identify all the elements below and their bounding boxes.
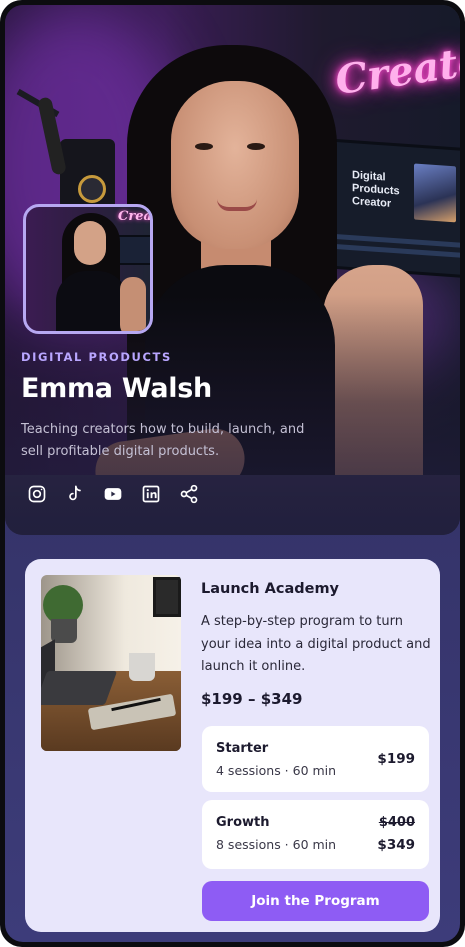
tier-name: Growth: [216, 815, 270, 830]
monitor-text: Digital Products Creator: [352, 169, 400, 210]
profile-tagline: Teaching creators how to build, launch, …: [21, 422, 305, 459]
linkedin-icon[interactable]: [141, 484, 161, 504]
price-range: $199 – $349: [201, 690, 303, 708]
tier-starter[interactable]: Starter 4 sessions · 60 min $199: [202, 726, 429, 792]
tier-name: Starter: [216, 741, 269, 756]
social-links: [27, 484, 199, 504]
tier-meta: 4 sessions · 60 min: [216, 763, 337, 778]
share-icon[interactable]: [179, 484, 199, 504]
speaker-graphic: [60, 139, 115, 209]
device-frame: Create Digital Products Creator Crea DIG…: [0, 0, 465, 947]
tier-price: $349: [377, 837, 415, 853]
course-thumbnail: [41, 575, 181, 751]
avatar-neon-sign: Create: [118, 209, 152, 224]
tier-meta: 8 sessions · 60 min: [216, 837, 337, 852]
profile-screen: Create Digital Products Creator Crea DIG…: [5, 5, 460, 942]
tier-original-price: $400: [378, 815, 415, 830]
neon-sign: Create: [332, 36, 460, 105]
course-description: A step-by-step program to turn your idea…: [201, 614, 431, 674]
join-program-button[interactable]: Join the Program: [202, 881, 429, 921]
youtube-icon[interactable]: [103, 484, 123, 504]
portrait-face: [171, 81, 299, 249]
course-card: Launch Academy A step-by-step program to…: [25, 559, 440, 932]
tiktok-icon[interactable]: [65, 484, 85, 504]
avatar[interactable]: Create: [23, 204, 153, 334]
tier-growth[interactable]: Growth 8 sessions · 60 min $400 $349: [202, 800, 429, 869]
tier-price: $199: [377, 751, 415, 767]
hero-photo: Create Digital Products Creator Crea DIG…: [5, 5, 460, 535]
profile-name: Emma Walsh: [21, 373, 212, 404]
profile-category: DIGITAL PRODUCTS: [21, 350, 172, 364]
course-title: Launch Academy: [201, 581, 340, 597]
instagram-icon[interactable]: [27, 484, 47, 504]
